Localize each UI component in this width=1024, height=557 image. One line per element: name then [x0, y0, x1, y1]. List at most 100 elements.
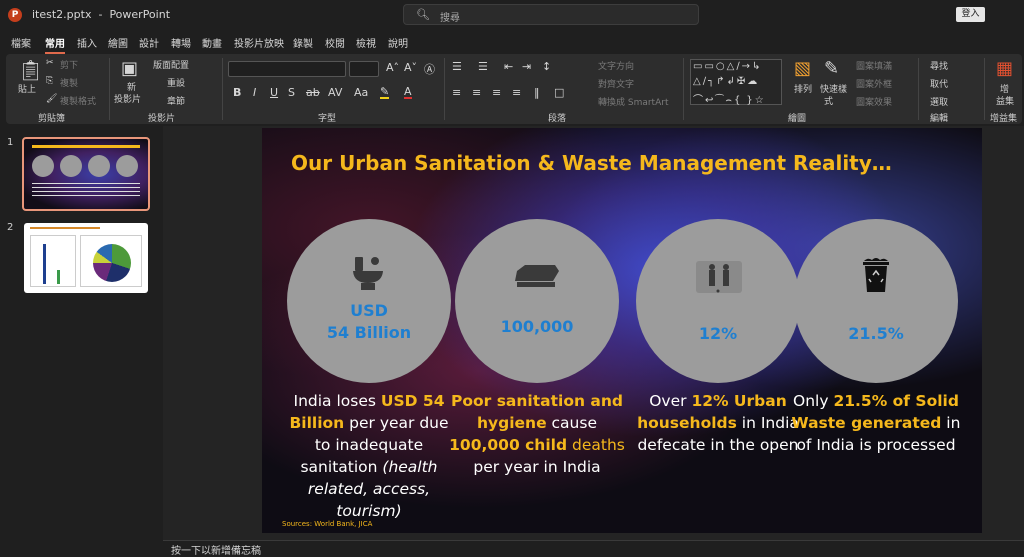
clear-format-icon[interactable]: Ⓐ: [424, 61, 435, 77]
smartart-button[interactable]: 轉換成 SmartArt: [598, 95, 668, 108]
sign-in-button[interactable]: 登入: [956, 7, 985, 22]
align-left-icon[interactable]: ≡: [452, 86, 461, 99]
replace-button[interactable]: 取代: [930, 77, 948, 90]
cut-button[interactable]: 剪下: [60, 58, 78, 71]
tab-record[interactable]: 錄製: [293, 35, 313, 50]
find-button[interactable]: 尋找: [930, 59, 948, 72]
stat-description-open-defecation[interactable]: Over 12% Urban households in India defec…: [630, 390, 806, 456]
tab-review[interactable]: 校閱: [325, 35, 345, 50]
char-spacing-icon[interactable]: AV: [328, 86, 342, 99]
desc-text: Only: [793, 392, 834, 410]
desc-text: cause: [546, 414, 597, 432]
underline-button[interactable]: U: [270, 86, 278, 99]
search-input[interactable]: 🔍︎ 搜尋: [403, 4, 699, 25]
align-center-icon[interactable]: ≡: [472, 86, 481, 99]
decrease-indent-icon[interactable]: ⇤: [504, 60, 513, 73]
font-size-select[interactable]: [349, 61, 379, 77]
font-color-icon[interactable]: A: [404, 86, 412, 99]
text-box-icon[interactable]: □: [554, 86, 564, 99]
tab-slideshow[interactable]: 投影片放映: [234, 35, 284, 50]
slide[interactable]: Our Urban Sanitation & Waste Management …: [262, 128, 982, 533]
stat-description-child-deaths[interactable]: Poor sanitation and hygiene cause 100,00…: [449, 390, 625, 478]
stat-circle-child-deaths[interactable]: 100,000: [455, 219, 619, 383]
arrange-button[interactable]: 排列: [794, 82, 812, 95]
divider: [222, 58, 223, 120]
font-family-select[interactable]: [228, 61, 346, 77]
layout-button[interactable]: 版面配置: [153, 58, 189, 71]
circle-value: 12%: [698, 324, 738, 343]
increase-indent-icon[interactable]: ⇥: [522, 60, 531, 73]
shape-outline-button[interactable]: 圖案外框: [856, 77, 892, 90]
people-outdoor-icon: [696, 261, 742, 293]
group-label-drawing: 繪圖: [788, 114, 807, 124]
tab-draw[interactable]: 繪圖: [108, 35, 128, 50]
thumb-chart-frame: [30, 235, 76, 287]
bold-button[interactable]: B: [233, 86, 241, 99]
bullets-icon[interactable]: ☰: [452, 60, 462, 73]
search-placeholder: 搜尋: [440, 13, 460, 24]
align-right-icon[interactable]: ≡: [492, 86, 501, 99]
paste-button[interactable]: 貼上: [18, 82, 36, 95]
thumb-pie-frame: [80, 235, 142, 287]
select-button[interactable]: 選取: [930, 95, 948, 108]
stat-circle-economic-loss[interactable]: USD 54 Billion: [287, 219, 451, 383]
slide-thumbnail-1[interactable]: [22, 137, 150, 211]
tab-file[interactable]: 檔案: [11, 35, 31, 50]
shapes-row-3[interactable]: ⌒↩⁀⌢{ }☆: [693, 91, 766, 106]
stat-circle-waste-processed[interactable]: 21.5%: [794, 219, 958, 383]
circle-value-line-2: 54 Billion: [326, 323, 412, 342]
columns-icon[interactable]: ‖: [534, 86, 540, 99]
align-text-button[interactable]: 對齊文字: [598, 77, 634, 90]
highlight-icon[interactable]: ✎: [380, 86, 390, 99]
tab-insert[interactable]: 插入: [77, 35, 97, 50]
tab-home[interactable]: 常用: [45, 35, 65, 54]
divider: [984, 58, 985, 120]
grow-font-icon[interactable]: A˄: [386, 61, 399, 74]
thumb-title-bar: [32, 145, 140, 148]
quick-styles-label-2[interactable]: 式: [824, 94, 833, 107]
strikethrough-button[interactable]: ab: [306, 86, 320, 99]
tab-view[interactable]: 檢視: [356, 35, 376, 50]
thumb-bar: [43, 244, 46, 284]
format-painter-button[interactable]: 複製格式: [60, 94, 96, 107]
shape-fill-button[interactable]: 圖案填滿: [856, 59, 892, 72]
shapes-row-1[interactable]: ▭▭○△∕→↳: [693, 61, 762, 72]
shapes-gallery[interactable]: ▭▭○△∕→↳ △∕┐↱↲✠☁ ⌒↩⁀⌢{ }☆: [690, 59, 782, 106]
title-bar: P itest2.pptx - PowerPoint 🔍︎ 搜尋 登入: [0, 0, 1024, 30]
section-button[interactable]: 章節: [167, 94, 185, 107]
notes-pane[interactable]: 按一下以新增備忘稿: [163, 540, 1024, 557]
tab-help[interactable]: 說明: [388, 35, 408, 50]
numbering-icon[interactable]: ☰: [478, 60, 488, 73]
arrange-icon: ▧: [794, 58, 812, 79]
shrink-font-icon[interactable]: A˅: [404, 61, 417, 74]
tab-animations[interactable]: 動畫: [202, 35, 222, 50]
new-slide-button[interactable]: 投影片: [114, 92, 141, 105]
tab-design[interactable]: 設計: [139, 35, 159, 50]
justify-icon[interactable]: ≡: [512, 86, 521, 99]
thumb-pie: [93, 244, 131, 282]
sources-note[interactable]: Sources: World Bank, JICA: [282, 520, 372, 528]
thumb-title-bar: [30, 227, 100, 229]
italic-button[interactable]: I: [253, 86, 256, 99]
desc-highlight: 100,000 child: [449, 436, 568, 454]
tab-transitions[interactable]: 轉場: [171, 35, 191, 50]
desc-text: India loses: [293, 392, 381, 410]
change-case-icon[interactable]: Aa: [354, 86, 368, 99]
recycle-bin-icon: [863, 258, 889, 292]
line-spacing-icon[interactable]: ↕: [542, 60, 551, 73]
stat-circle-open-defecation[interactable]: 12%: [636, 219, 800, 383]
addins-button[interactable]: 益集: [996, 94, 1014, 107]
stat-description-economic-loss[interactable]: India loses USD 54 Billion per year due …: [281, 390, 457, 522]
slide-thumbnail-2[interactable]: [24, 223, 148, 293]
text-direction-button[interactable]: 文字方向: [598, 59, 634, 72]
reset-button[interactable]: 重設: [167, 76, 185, 89]
copy-icon: ⎘: [46, 76, 54, 86]
slide-title[interactable]: Our Urban Sanitation & Waste Management …: [291, 151, 892, 175]
copy-button[interactable]: 複製: [60, 76, 78, 89]
group-label-editing: 編輯: [930, 114, 949, 124]
shapes-row-2[interactable]: △∕┐↱↲✠☁: [693, 76, 759, 87]
shape-effects-button[interactable]: 圖案效果: [856, 95, 892, 108]
stat-description-waste-processed[interactable]: Only 21.5% of Solid Waste generated in o…: [788, 390, 964, 456]
format-painter-icon: 🖌︎: [46, 94, 58, 104]
shadow-button[interactable]: S: [288, 86, 295, 99]
